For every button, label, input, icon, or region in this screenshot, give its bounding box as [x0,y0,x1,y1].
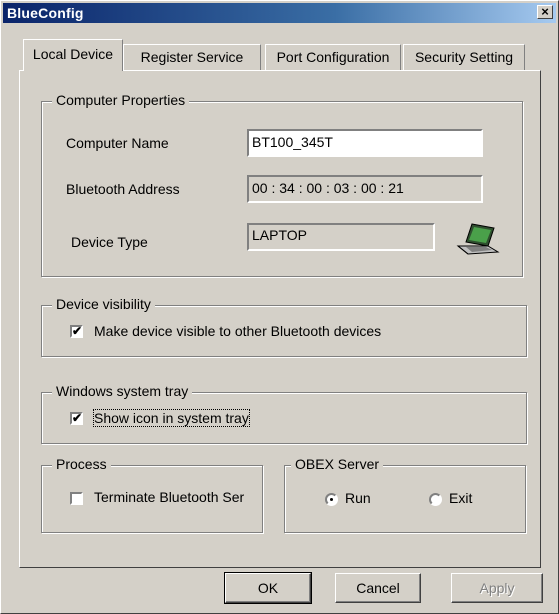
laptop-icon [454,220,502,260]
make-visible-label[interactable]: Make device visible to other Bluetooth d… [94,323,381,339]
computer-properties-group: Computer Properties Computer Name BT100_… [41,92,523,277]
show-tray-icon-label[interactable]: Show icon in system tray [93,409,250,427]
obex-run-label[interactable]: Run [345,490,371,506]
tab-register-service[interactable]: Register Service [123,44,261,70]
bluetooth-address-field: 00 : 34 : 00 : 03 : 00 : 21 [247,175,483,203]
group-legend: Computer Properties [52,92,190,108]
close-button[interactable]: × [537,5,553,19]
ok-button[interactable]: OK [224,572,312,604]
tab-label: Port Configuration [276,49,390,65]
obex-exit-radio[interactable] [429,493,442,506]
device-type-label: Device Type [71,234,148,250]
close-icon: × [541,4,549,19]
system-tray-group: Windows system tray ✔ Show icon in syste… [41,383,527,444]
cancel-button[interactable]: Cancel [335,573,421,603]
title-bar[interactable]: BlueConfig × [3,3,556,23]
process-group: Process Terminate Bluetooth Ser [41,456,263,533]
check-icon: ✔ [72,324,83,338]
tab-security-setting[interactable]: Security Setting [403,44,525,70]
computer-name-label: Computer Name [66,135,169,151]
bluetooth-address-label: Bluetooth Address [66,181,180,197]
computer-name-input[interactable]: BT100_345T [247,129,483,157]
show-tray-icon-checkbox[interactable]: ✔ [70,412,83,425]
check-icon: ✔ [72,411,83,425]
make-visible-checkbox[interactable]: ✔ [70,325,83,338]
tab-label: Security Setting [414,49,514,65]
group-legend: Device visibility [52,296,155,312]
tab-label: Local Device [32,46,114,62]
terminate-service-label[interactable]: Terminate Bluetooth Ser [94,489,254,505]
obex-exit-label[interactable]: Exit [449,490,472,506]
obex-server-group: OBEX Server Run Exit [284,456,526,533]
group-legend: Windows system tray [52,383,193,399]
device-visibility-group: Device visibility ✔ Make device visible … [41,296,527,357]
blueconfig-window: BlueConfig × Local Device Register Servi… [0,0,559,614]
group-legend: OBEX Server [291,456,384,472]
tab-label: Register Service [140,49,244,65]
window-title: BlueConfig [7,5,84,21]
tab-local-device[interactable]: Local Device [23,39,123,71]
radio-selected-dot [330,498,333,501]
group-legend: Process [52,456,111,472]
tab-port-configuration[interactable]: Port Configuration [265,44,401,70]
obex-run-radio[interactable] [325,493,338,506]
terminate-service-checkbox[interactable] [70,492,83,505]
device-type-field: LAPTOP [247,223,435,251]
apply-button[interactable]: Apply [451,573,543,603]
tab-panel-local-device: Computer Properties Computer Name BT100_… [19,70,541,568]
